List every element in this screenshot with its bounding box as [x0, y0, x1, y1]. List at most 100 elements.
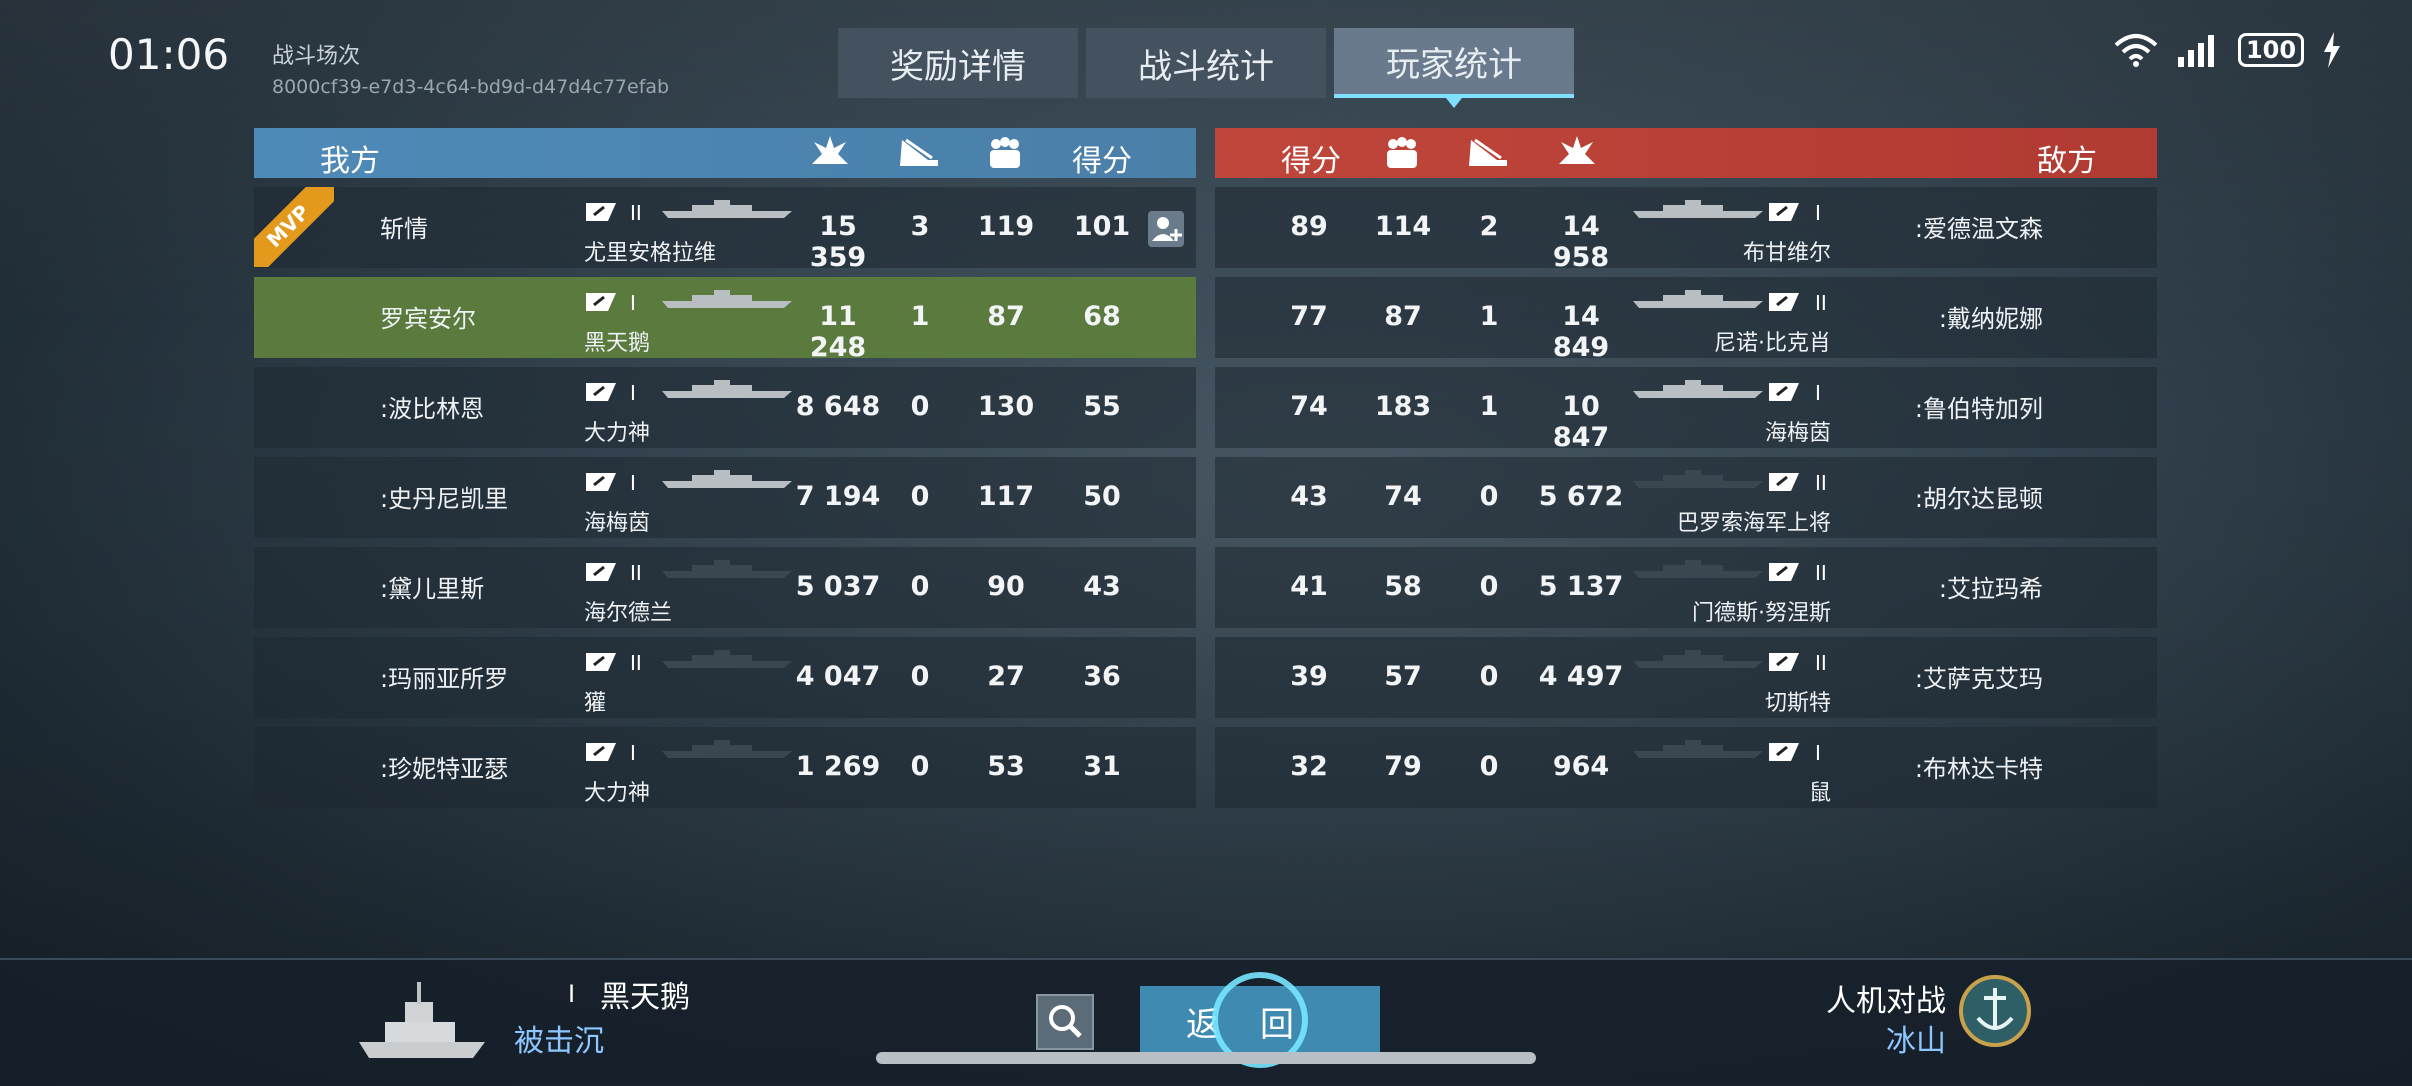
player-name: :布林达卡特 — [1914, 755, 2043, 783]
ally-player-row[interactable]: MVP 斩情 II 尤里安格拉维 15 359 3 119 101 — [254, 187, 1196, 273]
kills-value: 0 — [910, 481, 930, 512]
enemy-header: 得分 敌方 — [1215, 128, 2157, 179]
damage-value: 5 037 — [795, 571, 881, 602]
ship-silhouette-icon — [662, 559, 792, 579]
rank-badge-icon — [584, 291, 618, 313]
player-name: :玛丽亚所罗 — [380, 665, 509, 693]
signal-icon — [2178, 35, 2214, 67]
ship-portrait — [359, 982, 485, 1058]
damage-value: 4 497 — [1538, 661, 1624, 692]
assists-value: 27 — [987, 661, 1025, 692]
home-indicator[interactable] — [876, 1052, 1536, 1064]
tab-player-stats[interactable]: 玩家统计 — [1334, 28, 1574, 108]
damage-value: 8 648 — [795, 391, 881, 422]
rank-badge-icon — [584, 561, 618, 583]
rank-badge-icon — [584, 741, 618, 763]
assists-value: 57 — [1384, 661, 1422, 692]
ally-player-row[interactable]: :珍妮特亚瑟 I 大力神 1 269 0 53 31 — [254, 727, 1196, 808]
ship-tier: II — [630, 561, 642, 585]
enemy-player-row[interactable]: 39 57 0 4 497 II 切斯特:艾萨克艾玛 — [1215, 637, 2157, 718]
score-value: 32 — [1290, 751, 1328, 782]
damage-value: 5 672 — [1538, 481, 1624, 512]
player-name: :珍妮特亚瑟 — [380, 755, 509, 783]
ship-tier: I — [1815, 741, 1821, 765]
self-status: 被击沉 — [514, 1024, 604, 1059]
assists-value: 183 — [1374, 391, 1432, 422]
enemy-panel: 得分 敌方 89 114 2 14 958 I 布甘维尔:爱德温文森 77 87 1 14 849… — [1215, 128, 2157, 808]
self-ship-name: 黑天鹅 — [600, 980, 690, 1015]
add-friend-button[interactable] — [1148, 211, 1184, 247]
ship-name: 海尔德兰 — [584, 601, 673, 626]
enemy-player-row[interactable]: 43 74 0 5 672 II 巴罗索海军上将:胡尔达昆顿 — [1215, 457, 2157, 538]
damage-value: 5 137 — [1538, 571, 1624, 602]
status-icons: 100 — [2114, 32, 2342, 68]
rank-badge-icon — [1767, 561, 1801, 583]
kills-value: 1 — [1479, 301, 1499, 332]
ship-silhouette-icon — [662, 469, 792, 489]
rank-badge-icon — [584, 651, 618, 673]
ally-panel: 我方 得分 MVP 斩情 II 尤里安格拉维 15 359 3 119 101 罗宾安尔 I 黑天鹅… — [254, 128, 1196, 808]
ally-player-row[interactable]: :黛儿里斯 II 海尔德兰 5 037 0 90 43 — [254, 547, 1196, 628]
player-name: 斩情 — [380, 215, 428, 243]
ship-name: 獾 — [584, 691, 607, 716]
kills-value: 0 — [910, 391, 930, 422]
score-value: 74 — [1290, 391, 1328, 422]
assists-value: 79 — [1384, 751, 1422, 782]
status-time: 01:06 — [108, 30, 230, 79]
self-tier: I — [568, 980, 576, 1008]
rank-badge-icon — [1767, 381, 1801, 403]
damage-value: 14 849 — [1552, 301, 1610, 363]
ship-name: 尼诺·比克肖 — [1714, 331, 1831, 356]
player-name: :艾拉玛希 — [1938, 575, 2043, 603]
assists-value: 117 — [977, 481, 1035, 512]
kills-value: 0 — [910, 751, 930, 782]
ally-player-row[interactable]: :波比林恩 I 大力神 8 648 0 130 55 — [254, 367, 1196, 448]
ship-silhouette-icon — [1633, 469, 1763, 489]
score-value: 68 — [1083, 301, 1121, 332]
enemy-player-row[interactable]: 32 79 0 964 I 鼠:布林达卡特 — [1215, 727, 2157, 808]
ship-silhouette-icon — [662, 289, 792, 309]
ally-title: 我方 — [320, 144, 380, 179]
player-name: :史丹尼凯里 — [380, 485, 509, 513]
ship-name: 巴罗索海军上将 — [1676, 511, 1831, 536]
ship-tier: I — [630, 291, 636, 315]
ship-tier: II — [630, 201, 642, 225]
assists-value: 58 — [1384, 571, 1422, 602]
ally-player-row[interactable]: :玛丽亚所罗 II 獾 4 047 0 27 36 — [254, 637, 1196, 718]
score-value: 55 — [1083, 391, 1121, 422]
damage-value: 1 269 — [795, 751, 881, 782]
tab-rewards[interactable]: 奖励详情 — [838, 28, 1078, 98]
ship-silhouette-icon — [662, 649, 792, 669]
tab-battle-stats[interactable]: 战斗统计 — [1086, 28, 1326, 98]
assists-value: 130 — [977, 391, 1035, 422]
score-value: 31 — [1083, 751, 1121, 782]
kills-icon — [898, 136, 942, 178]
player-name: :黛儿里斯 — [380, 575, 485, 603]
ship-tier: I — [630, 741, 636, 765]
add-friend-icon — [1152, 217, 1182, 241]
ally-player-row[interactable]: :史丹尼凯里 I 海梅茵 7 194 0 117 50 — [254, 457, 1196, 538]
enemy-player-row[interactable]: 89 114 2 14 958 I 布甘维尔:爱德温文森 — [1215, 187, 2157, 273]
ship-tier: II — [1815, 561, 1827, 585]
player-name: :爱德温文森 — [1914, 215, 2043, 243]
score-value: 41 — [1290, 571, 1328, 602]
enemy-player-row[interactable]: 74 183 1 10 847 I 海梅茵:鲁伯特加列 — [1215, 367, 2157, 453]
enemy-player-row[interactable]: 41 58 0 5 137 II 门德斯·努涅斯:艾拉玛希 — [1215, 547, 2157, 628]
ship-tier: I — [1815, 201, 1821, 225]
score-value: 43 — [1290, 481, 1328, 512]
kills-icon — [1467, 136, 1511, 178]
ship-silhouette-icon — [1633, 649, 1763, 669]
kills-value: 0 — [1479, 481, 1499, 512]
rank-badge-icon — [1767, 741, 1801, 763]
ship-name: 布甘维尔 — [1742, 241, 1831, 266]
ship-silhouette-icon — [1633, 379, 1763, 399]
damage-icon — [1557, 134, 1597, 178]
damage-value: 4 047 — [795, 661, 881, 692]
ship-name: 尤里安格拉维 — [584, 241, 717, 266]
wifi-icon — [2114, 34, 2158, 67]
enemy-player-row[interactable]: 77 87 1 14 849 II 尼诺·比克肖:戴纳妮娜 — [1215, 277, 2157, 363]
search-button[interactable] — [1036, 994, 1094, 1050]
ally-player-row[interactable]: 罗宾安尔 I 黑天鹅 11 248 1 87 68 — [254, 277, 1196, 363]
ship-tier: II — [1815, 651, 1827, 675]
damage-value: 14 958 — [1552, 211, 1610, 273]
